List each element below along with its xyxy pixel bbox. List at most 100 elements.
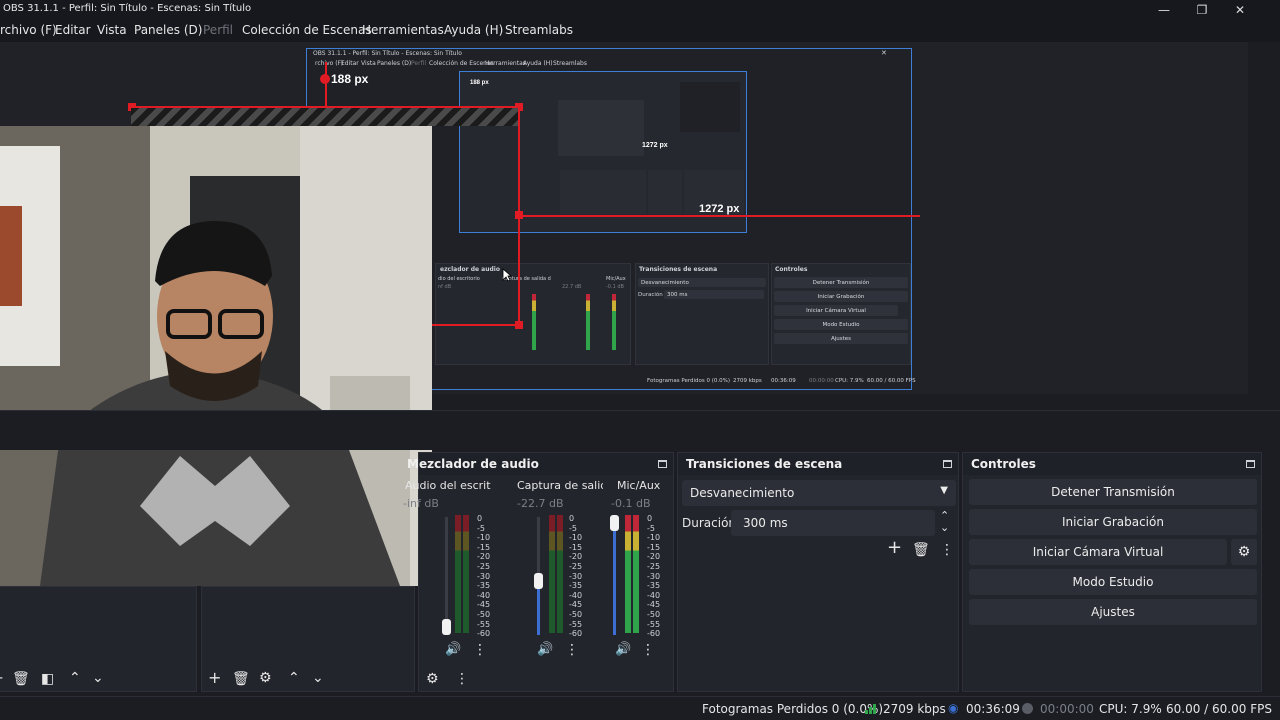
scene-filters-icon[interactable]: ◧ [41, 672, 54, 686]
nested-settings-label: Ajustes [830, 335, 852, 342]
nested-duration-field: 300 ms [664, 290, 764, 299]
volume-slider[interactable] [445, 517, 448, 635]
mute-speaker-icon[interactable]: 🔊 [537, 643, 553, 657]
selection-handle-right[interactable] [515, 211, 523, 219]
undock-icon[interactable] [1246, 460, 1255, 468]
menu-scene-collection[interactable]: Colección de Escenas [242, 23, 372, 37]
source-settings-icon[interactable]: ⚙ [259, 671, 272, 685]
settings-button[interactable]: Ajustes [969, 599, 1257, 625]
stream-live-icon: ◉ [948, 701, 959, 715]
close-button[interactable]: ✕ [1222, 0, 1258, 20]
nested-duration-label: Duración [638, 292, 663, 298]
nested-menu-bar: rchivo (F) Editar Vista Paneles (D) Perf… [307, 59, 911, 68]
add-source-icon[interactable]: + [208, 670, 221, 686]
nested-inner-mixer [560, 170, 646, 214]
menu-help[interactable]: Ayuda (H) [444, 23, 503, 37]
start-virtual-camera-button[interactable]: Iniciar Cámara Virtual [969, 539, 1227, 565]
remove-transition-icon[interactable]: 🗑 [912, 543, 930, 557]
meter-tick-label: -50 [477, 610, 491, 619]
menu-file[interactable]: rchivo (F) [0, 23, 57, 37]
selection-distance-line-right [520, 215, 920, 217]
meter-tick-label: -15 [569, 542, 583, 552]
mixer-menu-icon[interactable]: ⋮ [455, 672, 469, 686]
cpu-usage: CPU: 7.9% [1099, 702, 1162, 716]
volume-slider-knob[interactable] [442, 619, 451, 635]
mute-speaker-icon[interactable]: 🔊 [445, 643, 461, 657]
add-scene-icon[interactable]: - [0, 671, 3, 685]
stop-stream-label: Detener Transmisión [1051, 485, 1175, 499]
nested-controls-dock: Controles Detener Transmisión Iniciar Gr… [771, 263, 911, 365]
virtual-camera-settings-button[interactable]: ⚙ [1231, 539, 1257, 565]
meter-tick-label: -25 [647, 562, 661, 571]
start-virtual-camera-label: Iniciar Cámara Virtual [1032, 545, 1164, 559]
nested-menu-profile: Perfil [411, 60, 427, 67]
duration-down-icon[interactable]: ⌄ [940, 521, 949, 534]
nested-window-controls: ✕ [881, 49, 887, 57]
remove-scene-icon[interactable]: 🗑 [12, 672, 30, 686]
nested-transition-value: Desvanecimiento [641, 279, 689, 286]
menu-streamlabs[interactable]: Streamlabs [505, 23, 573, 37]
meter-tick-label: -5 [647, 523, 655, 533]
undock-icon[interactable] [658, 460, 667, 468]
selection-handle-top[interactable] [320, 74, 330, 84]
selection-box-bottom-edge[interactable] [432, 324, 520, 326]
nested-status-dropped: Fotogramas Perdidos 0 (0.0%) [647, 378, 730, 384]
menu-edit[interactable]: Editar [55, 23, 91, 37]
remove-source-icon[interactable]: 🗑 [232, 672, 250, 686]
studio-mode-button[interactable]: Modo Estudio [969, 569, 1257, 595]
nested-menu-edit: Editar [341, 60, 359, 67]
selection-handle-bottom-right[interactable] [515, 321, 523, 329]
move-scene-down-icon[interactable]: ⌄ [92, 671, 104, 685]
nested-menu-help: Ayuda (H) [523, 60, 553, 67]
nested-controls-title: Controles [775, 266, 808, 273]
stop-stream-button[interactable]: Detener Transmisión [969, 479, 1257, 505]
start-recording-button[interactable]: Iniciar Grabación [969, 509, 1257, 535]
nested-inner-transitions [648, 170, 682, 214]
menu-tools[interactable]: Herramientas [362, 23, 444, 37]
menu-view[interactable]: Vista [97, 23, 127, 37]
nested-transitions-title: Transiciones de escena [639, 266, 718, 273]
selection-distance-line-top [325, 62, 327, 108]
controls-header: Controles [963, 453, 1261, 475]
meter-tick-label: -20 [569, 552, 583, 562]
nested-menu-tools: Herramientas [485, 60, 526, 67]
mute-speaker-icon[interactable]: 🔊 [615, 643, 631, 657]
transition-select[interactable]: Desvanecimiento ▼ [682, 480, 956, 506]
transition-properties-icon[interactable]: ⋮ [940, 543, 954, 557]
move-source-down-icon[interactable]: ⌄ [312, 671, 324, 685]
undock-icon[interactable] [943, 460, 952, 468]
controls-title: Controles [971, 457, 1036, 471]
webcam-source[interactable] [0, 126, 432, 586]
meter-tick-label: -50 [569, 610, 583, 619]
nested-status-bar: Fotogramas Perdidos 0 (0.0%) 2709 kbps 0… [435, 375, 916, 387]
volume-slider-knob[interactable] [534, 573, 543, 589]
advanced-audio-settings-icon[interactable]: ⚙ [426, 672, 439, 686]
minimize-button[interactable]: — [1146, 0, 1182, 20]
controls-dock: Controles Detener Transmisión Iniciar Gr… [962, 452, 1262, 692]
move-source-up-icon[interactable]: ⌃ [288, 671, 300, 685]
nested-window-title: OBS 31.1.1 - Perfil: Sin Título - Escena… [313, 50, 462, 57]
add-transition-icon[interactable]: + [887, 539, 902, 557]
duration-value: 300 ms [743, 516, 788, 530]
record-time: 00:00:00 [1040, 702, 1094, 716]
duration-input[interactable]: 300 ms [731, 510, 935, 536]
volume-slider-knob[interactable] [610, 515, 619, 531]
channel-menu-icon[interactable]: ⋮ [641, 643, 655, 657]
distance-label-top: 188 px [331, 72, 369, 86]
nested-menu-streamlabs: Streamlabs [553, 60, 587, 67]
dock-splitter[interactable] [0, 410, 1280, 450]
menu-docks[interactable]: Paneles (D) [134, 23, 202, 37]
channel-menu-icon[interactable]: ⋮ [565, 643, 579, 657]
nested-studio-mode-button: Modo Estudio [774, 319, 908, 330]
webcam-image [0, 126, 432, 586]
duration-label: Duración [682, 516, 737, 530]
nested-start-recording-label: Iniciar Grabación [817, 293, 865, 300]
maximize-button[interactable]: ❐ [1184, 0, 1220, 20]
nested-status-stream-time: 00:36:09 [771, 378, 796, 384]
channel-menu-icon[interactable]: ⋮ [473, 643, 487, 657]
nested-studio-mode-label: Modo Estudio [822, 321, 860, 328]
menu-profile[interactable]: Perfil [203, 23, 233, 37]
settings-label: Ajustes [1091, 605, 1135, 619]
move-scene-up-icon[interactable]: ⌃ [69, 671, 81, 685]
volume-meter [463, 515, 469, 633]
